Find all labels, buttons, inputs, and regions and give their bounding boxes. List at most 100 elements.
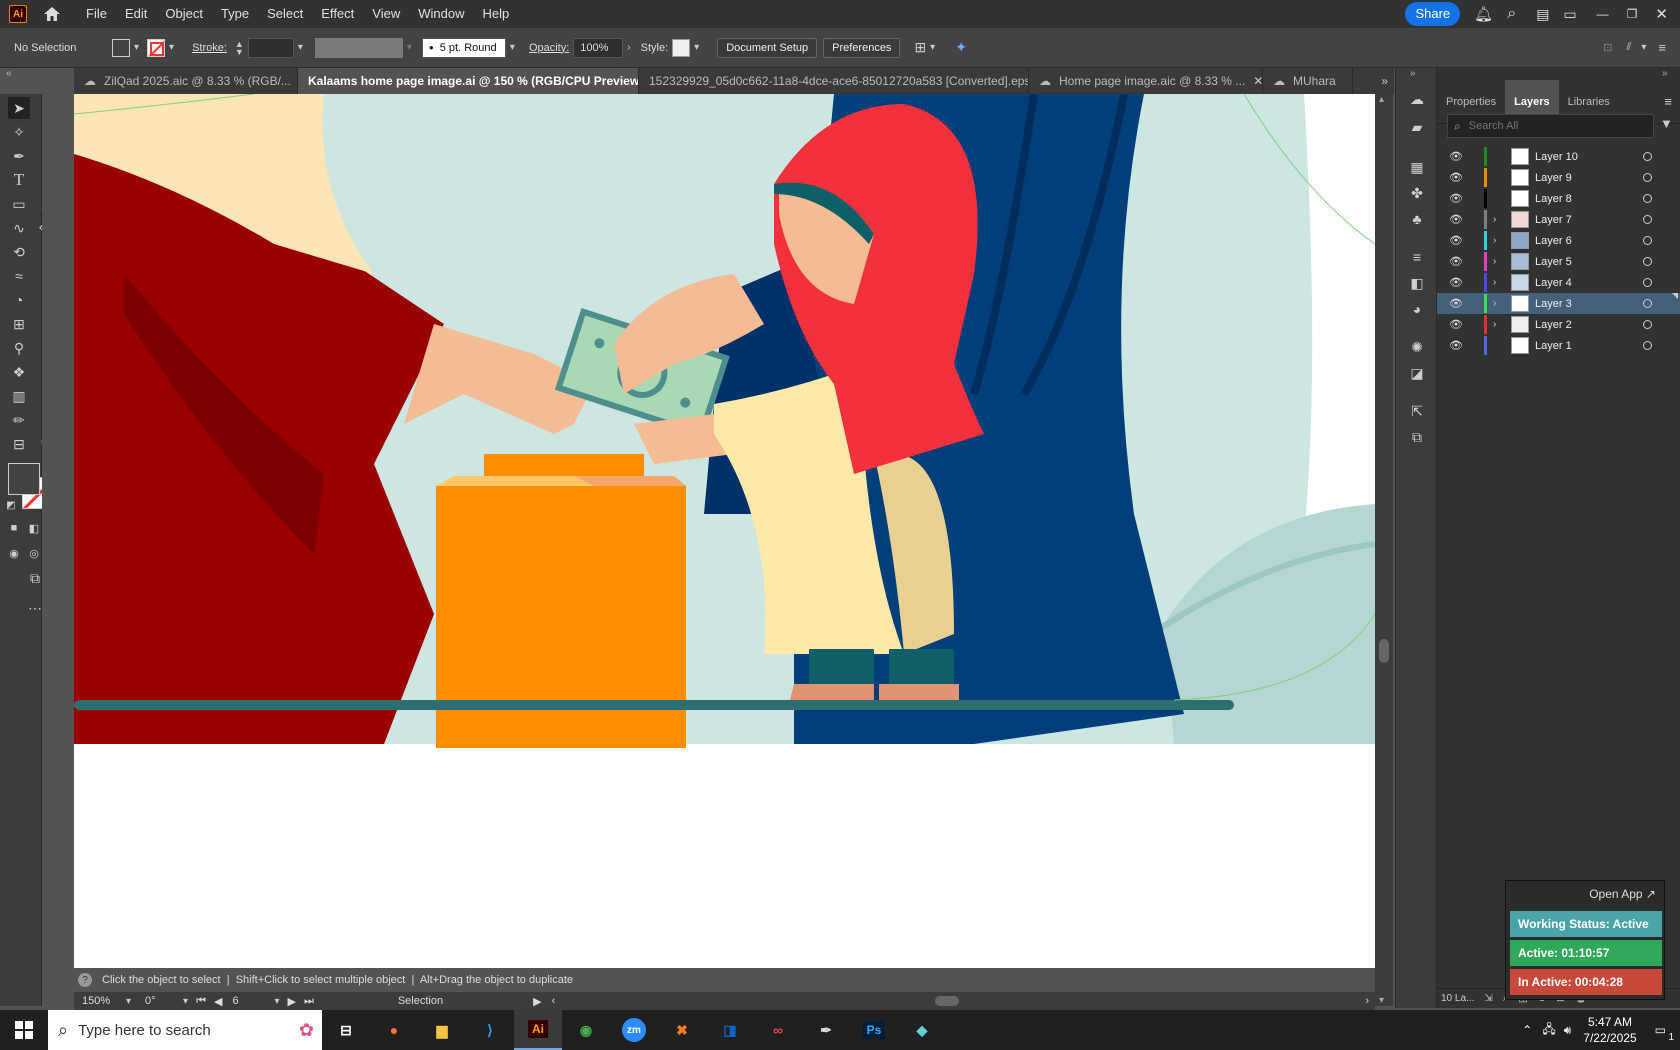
tab-home-page[interactable]: ☁ Home page image.aic @ 8.33 % ... ✕ (1029, 68, 1263, 94)
layer-name[interactable]: Layer 2 (1535, 319, 1572, 331)
artboard[interactable] (74, 94, 1375, 968)
menu-window[interactable]: Window (409, 0, 473, 28)
collect-export-icon[interactable]: ⇲ (1484, 993, 1492, 1004)
target-icon[interactable] (1643, 320, 1652, 329)
libraries-icon[interactable]: ☁ (1406, 88, 1428, 110)
graphic-styles-icon[interactable]: ◪ (1406, 362, 1428, 384)
artboards-panel-icon[interactable]: ⧉ (1406, 426, 1428, 448)
stroke-panel-icon[interactable]: ≡ (1406, 246, 1428, 268)
panel-options-icon[interactable]: ⫽ (1626, 41, 1631, 54)
tab-kalaams[interactable]: Kalaams home page image.ai @ 150 % (RGB/… (298, 68, 639, 94)
home-icon[interactable] (41, 5, 63, 23)
app-gem-icon[interactable]: ◆ (898, 1010, 946, 1050)
document-info-icon[interactable]: ▰ (1406, 116, 1428, 138)
mesh-tool-icon[interactable]: ⊞ (8, 313, 30, 335)
layer-name[interactable]: Layer 4 (1535, 277, 1572, 289)
layer-name[interactable]: Layer 3 (1535, 298, 1572, 310)
taskbar-search[interactable]: ⌕ Type here to search ✿ (48, 1010, 322, 1050)
target-icon[interactable] (1643, 173, 1652, 182)
menu-select[interactable]: Select (258, 0, 312, 28)
creative-cloud-icon[interactable]: ∞ (754, 1010, 802, 1050)
layer-name[interactable]: Layer 9 (1535, 172, 1572, 184)
variable-width-profile[interactable] (314, 37, 403, 58)
prev-artboard-icon[interactable]: ◀ (214, 995, 222, 1008)
next-artboard-icon[interactable]: ▶ (287, 995, 295, 1008)
shape-builder-icon[interactable]: ◔ (8, 289, 30, 311)
graph-tool-icon[interactable]: ▥ (8, 385, 30, 407)
tab-zilqad[interactable]: ☁ZilQad 2025.aic @ 8.33 % (RGB/...✕ (74, 68, 298, 94)
zoom-input[interactable]: 150% (76, 993, 122, 1009)
menu-icon[interactable]: ≡ (1658, 40, 1666, 55)
chevron-down-icon[interactable]: ▾ (126, 996, 131, 1007)
layer-row[interactable]: 👁︎ Layer 9 (1437, 167, 1680, 188)
firefox-icon[interactable]: ● (370, 1010, 418, 1050)
expand-arrow-icon[interactable]: › (1493, 235, 1496, 246)
pen-app-icon[interactable]: ✒ (802, 1010, 850, 1050)
default-colors-icon[interactable]: ◩ (4, 498, 18, 512)
layer-name[interactable]: Layer 1 (1535, 340, 1572, 352)
rectangle-tool-icon[interactable]: ▭ (8, 193, 30, 215)
tray-chevron-icon[interactable]: ⌃ (1522, 1023, 1532, 1037)
outlook-icon[interactable]: ◨ (706, 1010, 754, 1050)
eye-icon[interactable]: 👁︎ (1449, 276, 1463, 289)
last-artboard-icon[interactable]: ⏭ (304, 995, 314, 1008)
brushes-icon[interactable]: ✤ (1406, 182, 1428, 204)
stroke-stepper[interactable]: ▲ ▼ (235, 39, 244, 56)
layer-row[interactable]: 👁︎ › Layer 2 (1437, 314, 1680, 335)
filter-icon[interactable]: ▼ (1660, 116, 1673, 131)
eye-icon[interactable]: 👁︎ (1449, 171, 1463, 184)
collapse-panel-icon[interactable]: « (6, 68, 12, 79)
share-button[interactable]: Share (1405, 2, 1461, 26)
eye-icon[interactable]: 👁︎ (1449, 213, 1463, 226)
shaper-tool-icon[interactable]: ∿ (8, 217, 30, 239)
menu-help[interactable]: Help (473, 0, 518, 28)
layer-row[interactable]: 👁︎ Layer 10 (1437, 146, 1680, 167)
layers-search-field[interactable]: ⌕ (1447, 114, 1654, 138)
target-icon[interactable] (1643, 236, 1652, 245)
panel-menu-icon[interactable]: ≡ (1664, 94, 1672, 109)
target-icon[interactable] (1643, 257, 1652, 266)
preferences-button[interactable]: Preferences (823, 37, 901, 58)
clock[interactable]: 5:47 AM 7/22/2025 (1583, 1014, 1636, 1046)
symbols-icon[interactable]: ♣ (1406, 208, 1428, 230)
more-tabs-icon[interactable]: » (1381, 68, 1388, 94)
menu-view[interactable]: View (363, 0, 409, 28)
scroll-thumb[interactable] (1379, 639, 1389, 663)
expand-arrow-icon[interactable]: › (1493, 256, 1496, 267)
notifications-icon[interactable]: ▭ 1 (1655, 1023, 1674, 1043)
chevron-down-icon[interactable]: ▾ (183, 996, 188, 1007)
tab-muhara[interactable]: ☁ MUhara (1263, 68, 1353, 94)
rotation-input[interactable]: 0° (139, 993, 180, 1009)
eye-icon[interactable]: 👁︎ (1449, 255, 1463, 268)
expand-arrow-icon[interactable]: › (1493, 319, 1496, 330)
layer-name[interactable]: Layer 8 (1535, 193, 1572, 205)
menu-effect[interactable]: Effect (312, 0, 363, 28)
restore-icon[interactable]: ❐ (1627, 7, 1638, 21)
hscroll-left-icon[interactable]: ‹ (552, 995, 556, 1007)
eye-icon[interactable]: 👁︎ (1449, 297, 1463, 310)
layer-row[interactable]: 👁︎ › Layer 5 (1437, 251, 1680, 272)
stroke-swatch[interactable] (147, 38, 166, 57)
chevron-down-icon[interactable]: ▾ (274, 996, 279, 1007)
close-icon[interactable]: ✕ (1655, 5, 1668, 23)
volume-icon[interactable]: 🔊︎ (1564, 1023, 1572, 1038)
scroll-down-icon[interactable]: ▾ (1379, 995, 1384, 1006)
tab-converted-eps[interactable]: 152329929_05d0c662-11a8-4dce-ace6-850127… (639, 68, 1029, 94)
fill-color-swatch[interactable] (8, 463, 40, 495)
tab-close-icon[interactable]: ✕ (1253, 74, 1262, 88)
selection-tool-icon[interactable]: ➤ (8, 97, 30, 119)
draw-behind-icon[interactable]: ◎ (26, 545, 42, 561)
help-icon[interactable]: ? (78, 973, 92, 987)
zoom-app-icon[interactable]: zm (610, 1010, 658, 1050)
target-icon[interactable] (1643, 299, 1652, 308)
chevron-right-icon[interactable]: › (627, 42, 630, 53)
windows-start-icon[interactable] (0, 1010, 48, 1050)
eye-icon[interactable]: 👁︎ (1449, 318, 1463, 331)
chevron-down-icon[interactable]: ▾ (510, 42, 515, 53)
eye-icon[interactable]: 👁︎ (1449, 234, 1463, 247)
align-icon[interactable]: ⊞ (914, 39, 926, 56)
layer-row[interactable]: 👁︎ › Layer 6 (1437, 230, 1680, 251)
collapse-panel-right-icon[interactable]: » (1662, 68, 1668, 79)
opacity-input[interactable]: 100% (573, 37, 624, 58)
menu-type[interactable]: Type (212, 0, 258, 28)
